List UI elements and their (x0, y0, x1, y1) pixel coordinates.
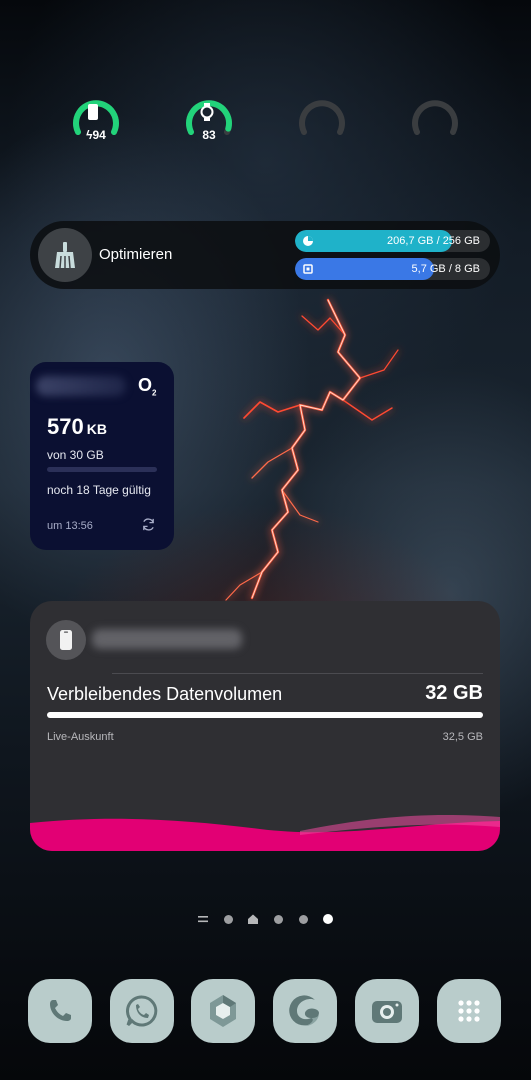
remaining-data-title: Verbleibendes Datenvolumen (47, 684, 283, 704)
office-icon (210, 995, 236, 1027)
storage-text: 206,7 GB / 256 GB (387, 235, 480, 247)
smartphone-icon (46, 620, 86, 660)
app-drawer[interactable] (437, 979, 501, 1043)
page-dot[interactable] (270, 911, 286, 927)
whatsapp-icon (126, 995, 158, 1027)
phone-app[interactable] (28, 979, 92, 1043)
optimize-label[interactable]: Optimieren (99, 246, 172, 263)
page-dot[interactable] (220, 911, 236, 927)
empty-battery-gauge[interactable] (296, 94, 348, 146)
page-indicator[interactable] (195, 911, 340, 927)
apps-grid-icon (458, 1000, 480, 1022)
office-app[interactable] (191, 979, 255, 1043)
memory-text: 5,7 GB / 8 GB (411, 263, 480, 275)
blurred-number (92, 629, 242, 649)
divider (112, 673, 483, 674)
phone-battery-gauge[interactable]: ϟ94 (70, 94, 122, 146)
memory-bar[interactable]: 5,7 GB / 8 GB (295, 258, 490, 280)
empty-gauge-icon (299, 100, 345, 135)
blurred-number (36, 376, 126, 396)
empty-gauge-icon (412, 100, 458, 135)
camera-icon (372, 1001, 402, 1023)
o2-total: von 30 GB (47, 448, 104, 462)
telekom-data-widget[interactable]: Verbleibendes Datenvolumen 32 GB Live-Au… (30, 601, 500, 851)
ram-chip-icon (303, 264, 313, 274)
o2-logo: O2 (138, 375, 157, 398)
storage-pie-icon (303, 236, 313, 246)
page-dot[interactable] (295, 911, 311, 927)
o2-update-time: um 13:56 (47, 520, 93, 532)
page-dot-active[interactable] (320, 911, 336, 927)
watch-battery-gauge[interactable]: 83 (183, 94, 235, 146)
o2-validity: noch 18 Tage gültig (47, 483, 151, 497)
live-info-label: Live-Auskunft (47, 731, 114, 743)
storage-bar[interactable]: 206,7 GB / 256 GB (295, 230, 490, 252)
remaining-data-bar (47, 712, 483, 718)
phone-battery-value: 94 (92, 128, 106, 142)
camera-app[interactable] (355, 979, 419, 1043)
total-data-value: 32,5 GB (442, 731, 483, 743)
refresh-icon[interactable] (141, 517, 156, 532)
home-page-icon[interactable] (245, 911, 261, 927)
watch-battery-icon (200, 103, 218, 123)
o2-data-widget[interactable]: O2 570 KB von 30 GB noch 18 Tage gültig u… (30, 362, 174, 550)
o2-usage-bar (47, 467, 157, 472)
edge-app[interactable] (273, 979, 337, 1043)
watch-battery-value: 83 (202, 128, 216, 142)
remaining-data-value: 32 GB (425, 682, 483, 704)
edge-icon (289, 995, 319, 1026)
magenta-wave (30, 814, 500, 851)
device-care-widget[interactable]: Optimieren 206,7 GB / 256 GB 5,7 GB / 8 … (30, 221, 500, 289)
empty-battery-gauge[interactable] (409, 94, 461, 146)
phone-battery-icon (87, 103, 105, 123)
o2-used-amount: 570 KB (47, 414, 107, 439)
whatsapp-app[interactable] (110, 979, 174, 1043)
phone-icon (50, 1000, 71, 1021)
broom-icon[interactable] (38, 228, 92, 282)
page-list-icon[interactable] (195, 911, 211, 927)
